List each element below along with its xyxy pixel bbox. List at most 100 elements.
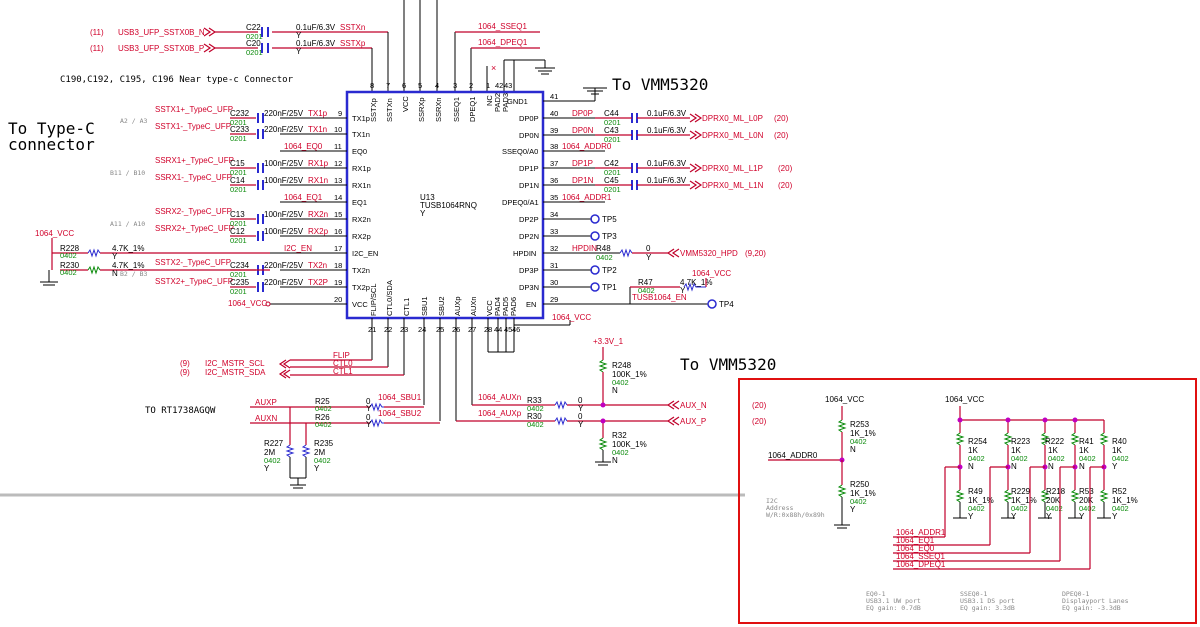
svg-text:AUX_P: AUX_P	[680, 417, 706, 426]
svg-text:EQ0: EQ0	[352, 147, 367, 156]
svg-text:R49: R49	[968, 487, 983, 496]
svg-text:TP4: TP4	[719, 300, 734, 309]
svg-text:7: 7	[386, 81, 390, 90]
svg-text:R229: R229	[1011, 487, 1031, 496]
svg-text:0201: 0201	[230, 168, 247, 177]
c22-ref: C22	[246, 23, 261, 32]
svg-text:0201: 0201	[246, 32, 263, 41]
svg-text:31: 31	[550, 261, 558, 270]
svg-text:Y: Y	[1112, 462, 1118, 471]
svg-text:TP5: TP5	[602, 215, 617, 224]
svg-text:×: ×	[491, 63, 496, 73]
svg-text:CTL1: CTL1	[402, 298, 411, 316]
svg-text:SSTXn: SSTXn	[340, 23, 365, 32]
schematic-drawing: To Type-C connector To VMM5320 To VMM532…	[0, 0, 1197, 624]
svg-text:24: 24	[418, 325, 426, 334]
svg-text:R250: R250	[850, 480, 870, 489]
svg-text:R52: R52	[1112, 487, 1127, 496]
svg-text:A2 / A3: A2 / A3	[120, 117, 147, 125]
svg-text:5: 5	[418, 81, 422, 90]
svg-text:9: 9	[338, 109, 342, 118]
svg-text:Y: Y	[296, 47, 302, 56]
svg-text:SSTX2-_TypeC_UFP: SSTX2-_TypeC_UFP	[155, 258, 231, 267]
svg-text:R222: R222	[1045, 437, 1065, 446]
svg-text:N: N	[1011, 462, 1017, 471]
svg-text:N: N	[968, 462, 974, 471]
svg-text:C15: C15	[230, 159, 245, 168]
svg-text:EQ gain: 3.3dB: EQ gain: 3.3dB	[960, 604, 1015, 612]
svg-text:(9): (9)	[180, 368, 190, 377]
svg-text:39: 39	[550, 126, 558, 135]
svg-text:TX2P: TX2P	[308, 278, 328, 287]
svg-text:SSTXp: SSTXp	[369, 98, 378, 122]
svg-text:DPRX0_ML_L1P: DPRX0_ML_L1P	[702, 164, 763, 173]
svg-text:1064_DPEQ1: 1064_DPEQ1	[896, 560, 946, 569]
svg-text:1064_VCC: 1064_VCC	[692, 269, 731, 278]
svg-text:0.1uF/6.3V: 0.1uF/6.3V	[296, 39, 336, 48]
svg-text:C12: C12	[230, 227, 245, 236]
svg-text:C42: C42	[604, 159, 619, 168]
net-sstx0b-p: USB3_UFP_SSTX0B_P	[118, 44, 204, 53]
svg-text:DPEQ0/A1: DPEQ0/A1	[502, 198, 539, 207]
svg-text:B11 / B10: B11 / B10	[110, 169, 145, 177]
svg-text:1: 1	[486, 81, 490, 90]
svg-text:11: 11	[334, 142, 342, 151]
svg-text:42: 42	[495, 81, 503, 90]
svg-text:DP0N: DP0N	[572, 126, 594, 135]
svg-text:Y: Y	[314, 464, 320, 473]
svg-text:DPEQ1: DPEQ1	[468, 97, 477, 122]
svg-text:220nF/25V: 220nF/25V	[264, 125, 304, 134]
svg-text:SSRX2+_TypeC_UFP: SSRX2+_TypeC_UFP	[155, 224, 234, 233]
svg-text:DP1P: DP1P	[519, 164, 539, 173]
svg-text:SSRX1+_TypeC_UFP: SSRX1+_TypeC_UFP	[155, 156, 234, 165]
svg-text:TP1: TP1	[602, 283, 617, 292]
svg-text:SSRXp: SSRXp	[417, 97, 426, 122]
svg-text:Y: Y	[296, 31, 302, 40]
svg-text:C45: C45	[604, 176, 619, 185]
svg-text:0201: 0201	[230, 236, 247, 245]
svg-text:AUXP: AUXP	[255, 398, 277, 407]
svg-text:0402: 0402	[596, 253, 613, 262]
svg-text:N: N	[1048, 462, 1054, 471]
svg-text:AUXN: AUXN	[255, 414, 277, 423]
svg-text:SSRX2-_TypeC_UFP: SSRX2-_TypeC_UFP	[155, 207, 232, 216]
svg-text:Y: Y	[1011, 512, 1017, 521]
svg-text:SSRXn: SSRXn	[434, 97, 443, 122]
svg-text:41: 41	[550, 92, 558, 101]
svg-text:10: 10	[334, 125, 342, 134]
svg-text:SSTX2+_TypeC_UFP: SSTX2+_TypeC_UFP	[155, 277, 233, 286]
svg-text:38: 38	[550, 142, 558, 151]
svg-text:I2C_EN: I2C_EN	[352, 249, 378, 258]
svg-text:4: 4	[435, 81, 439, 90]
svg-text:1064_VCC: 1064_VCC	[825, 395, 864, 404]
svg-text:C235: C235	[230, 278, 250, 287]
svg-text:100nF/25V: 100nF/25V	[264, 227, 304, 236]
svg-text:SSTXp: SSTXp	[340, 39, 366, 48]
svg-text:17: 17	[334, 244, 342, 253]
svg-text:40: 40	[550, 109, 558, 118]
svg-text:0201: 0201	[230, 134, 247, 143]
svg-text:220nF/25V: 220nF/25V	[264, 109, 304, 118]
svg-text:Y: Y	[366, 404, 372, 413]
svg-text:37: 37	[550, 159, 558, 168]
svg-text:32: 32	[550, 244, 558, 253]
svg-text:34: 34	[550, 210, 558, 219]
svg-text:Y: Y	[578, 404, 584, 413]
svg-text:R253: R253	[850, 420, 870, 429]
svg-text:18: 18	[334, 261, 342, 270]
svg-text:Y: Y	[968, 512, 974, 521]
svg-text:R53: R53	[1079, 487, 1094, 496]
svg-text:Y: Y	[366, 420, 372, 429]
to-vmm-heading-top: To VMM5320	[612, 75, 708, 94]
svg-text:DP0P: DP0P	[519, 114, 539, 123]
svg-text:0201: 0201	[604, 135, 621, 144]
svg-text:DP2P: DP2P	[519, 215, 539, 224]
svg-text:PAD6: PAD6	[509, 297, 518, 316]
near-typec-note: C190,C192, C195, C196 Near type-c Connec…	[60, 75, 294, 85]
svg-text:Y: Y	[1079, 512, 1085, 521]
svg-text:0201: 0201	[604, 118, 621, 127]
svg-text:R235: R235	[314, 439, 334, 448]
svg-text:0201: 0201	[230, 185, 247, 194]
svg-text:B2 / B3: B2 / B3	[120, 270, 147, 278]
svg-text:I2C_EN: I2C_EN	[284, 244, 312, 253]
